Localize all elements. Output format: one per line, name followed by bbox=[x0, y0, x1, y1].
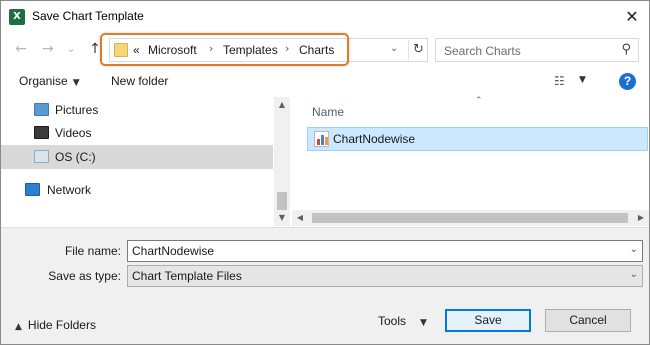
tools-label: Tools bbox=[378, 314, 407, 328]
sidebar-item-label: Network bbox=[47, 183, 92, 197]
drive-icon bbox=[34, 150, 49, 163]
hide-folders-label: Hide Folders bbox=[27, 318, 96, 332]
sidebar-item-videos[interactable]: Videos bbox=[1, 121, 273, 145]
network-icon bbox=[25, 183, 40, 196]
command-toolbar: Organise ▼ New folder ☷ ▼ ? bbox=[1, 68, 649, 97]
folder-icon bbox=[114, 43, 128, 57]
column-header-name[interactable]: Name bbox=[312, 105, 344, 119]
close-button[interactable]: ✕ bbox=[615, 1, 649, 32]
title-bar: X Save Chart Template ✕ bbox=[1, 1, 649, 32]
sidebar-item-label: Videos bbox=[55, 126, 92, 140]
address-dropdown-icon[interactable]: ⌄ bbox=[390, 43, 398, 54]
chevron-down-icon: ▼ bbox=[420, 318, 427, 328]
refresh-icon[interactable]: ↻ bbox=[408, 40, 428, 60]
up-arrow-icon[interactable]: ↑ bbox=[85, 39, 105, 59]
file-name-field[interactable]: ChartNodewise ⌄ bbox=[127, 240, 643, 262]
search-icon[interactable]: ⚲ bbox=[621, 42, 631, 57]
navigation-bar: ← → ⌄ ↑ « Microsoft › Templates › Charts… bbox=[1, 33, 649, 66]
recent-locations-icon[interactable]: ⌄ bbox=[61, 39, 81, 59]
search-placeholder: Search Charts bbox=[444, 44, 521, 58]
chevron-down-icon[interactable]: ⌄ bbox=[630, 244, 638, 255]
sidebar-item-label: Pictures bbox=[55, 103, 99, 117]
breadcrumb-separator-icon[interactable]: › bbox=[209, 42, 213, 55]
search-box[interactable]: Search Charts ⚲ bbox=[435, 38, 639, 62]
scrollbar-thumb[interactable] bbox=[312, 213, 628, 223]
breadcrumb-overflow[interactable]: « bbox=[133, 43, 140, 57]
file-item[interactable]: ChartNodewise bbox=[307, 127, 648, 151]
file-name-label: File name: bbox=[64, 244, 121, 258]
view-options-icon[interactable]: ☷ bbox=[554, 75, 570, 87]
file-name-label: ChartNodewise bbox=[333, 132, 416, 146]
excel-app-icon: X bbox=[9, 9, 25, 25]
file-name-value: ChartNodewise bbox=[132, 244, 215, 258]
file-list-pane: ⌃ Name ChartNodewise bbox=[292, 96, 649, 226]
scroll-down-icon[interactable]: ▼ bbox=[274, 210, 290, 226]
sort-indicator-icon: ⌃ bbox=[475, 96, 483, 106]
dialog-title: Save Chart Template bbox=[32, 9, 144, 23]
forward-arrow-icon[interactable]: → bbox=[38, 39, 58, 59]
hide-folders-toggle[interactable]: ▲ Hide Folders bbox=[15, 318, 96, 332]
save-options-panel: File name: ChartNodewise ⌄ Save as type:… bbox=[1, 227, 649, 344]
navigation-pane: Pictures Videos OS (C:) Network bbox=[1, 97, 290, 226]
new-folder-button[interactable]: New folder bbox=[111, 74, 168, 88]
scroll-up-icon[interactable]: ▲ bbox=[274, 97, 290, 113]
breadcrumb-microsoft[interactable]: Microsoft bbox=[148, 43, 197, 57]
save-as-type-value: Chart Template Files bbox=[132, 269, 242, 283]
chevron-up-icon: ▲ bbox=[15, 322, 22, 332]
chevron-down-icon[interactable]: ▼ bbox=[579, 75, 586, 85]
navigation-pane-scrollbar[interactable]: ▲ ▼ bbox=[274, 97, 290, 226]
sidebar-item-os-c[interactable]: OS (C:) bbox=[1, 145, 273, 169]
address-bar[interactable]: « Microsoft › Templates › Charts ⌄ ↻ bbox=[109, 38, 428, 62]
help-icon[interactable]: ? bbox=[619, 73, 636, 90]
save-button[interactable]: Save bbox=[445, 309, 531, 332]
tools-menu[interactable]: Tools ▼ bbox=[378, 314, 427, 328]
sidebar-item-label: OS (C:) bbox=[55, 150, 96, 164]
file-list-scrollbar[interactable]: ◀ ▶ bbox=[292, 210, 649, 226]
breadcrumb-charts[interactable]: Charts bbox=[299, 43, 334, 57]
breadcrumb-templates[interactable]: Templates bbox=[223, 43, 278, 57]
scroll-left-icon[interactable]: ◀ bbox=[292, 210, 308, 226]
breadcrumb-separator-icon[interactable]: › bbox=[285, 42, 289, 55]
sidebar-item-network[interactable]: Network bbox=[1, 178, 273, 202]
pictures-icon bbox=[34, 103, 49, 116]
videos-icon bbox=[34, 126, 49, 139]
save-chart-template-dialog: X Save Chart Template ✕ ← → ⌄ ↑ « Micros… bbox=[0, 0, 650, 345]
chevron-down-icon: ▼ bbox=[72, 78, 80, 88]
scrollbar-thumb[interactable] bbox=[277, 192, 287, 210]
sidebar-item-pictures[interactable]: Pictures bbox=[1, 98, 273, 122]
organise-label: Organise bbox=[19, 74, 68, 88]
organise-menu[interactable]: Organise ▼ bbox=[19, 74, 80, 88]
back-arrow-icon[interactable]: ← bbox=[11, 39, 31, 59]
cancel-button[interactable]: Cancel bbox=[545, 309, 631, 332]
chart-template-file-icon bbox=[314, 131, 329, 147]
save-as-type-label: Save as type: bbox=[48, 269, 121, 283]
scroll-right-icon[interactable]: ▶ bbox=[633, 210, 649, 226]
save-as-type-select[interactable]: Chart Template Files ⌄ bbox=[127, 265, 643, 287]
chevron-down-icon[interactable]: ⌄ bbox=[630, 269, 638, 280]
